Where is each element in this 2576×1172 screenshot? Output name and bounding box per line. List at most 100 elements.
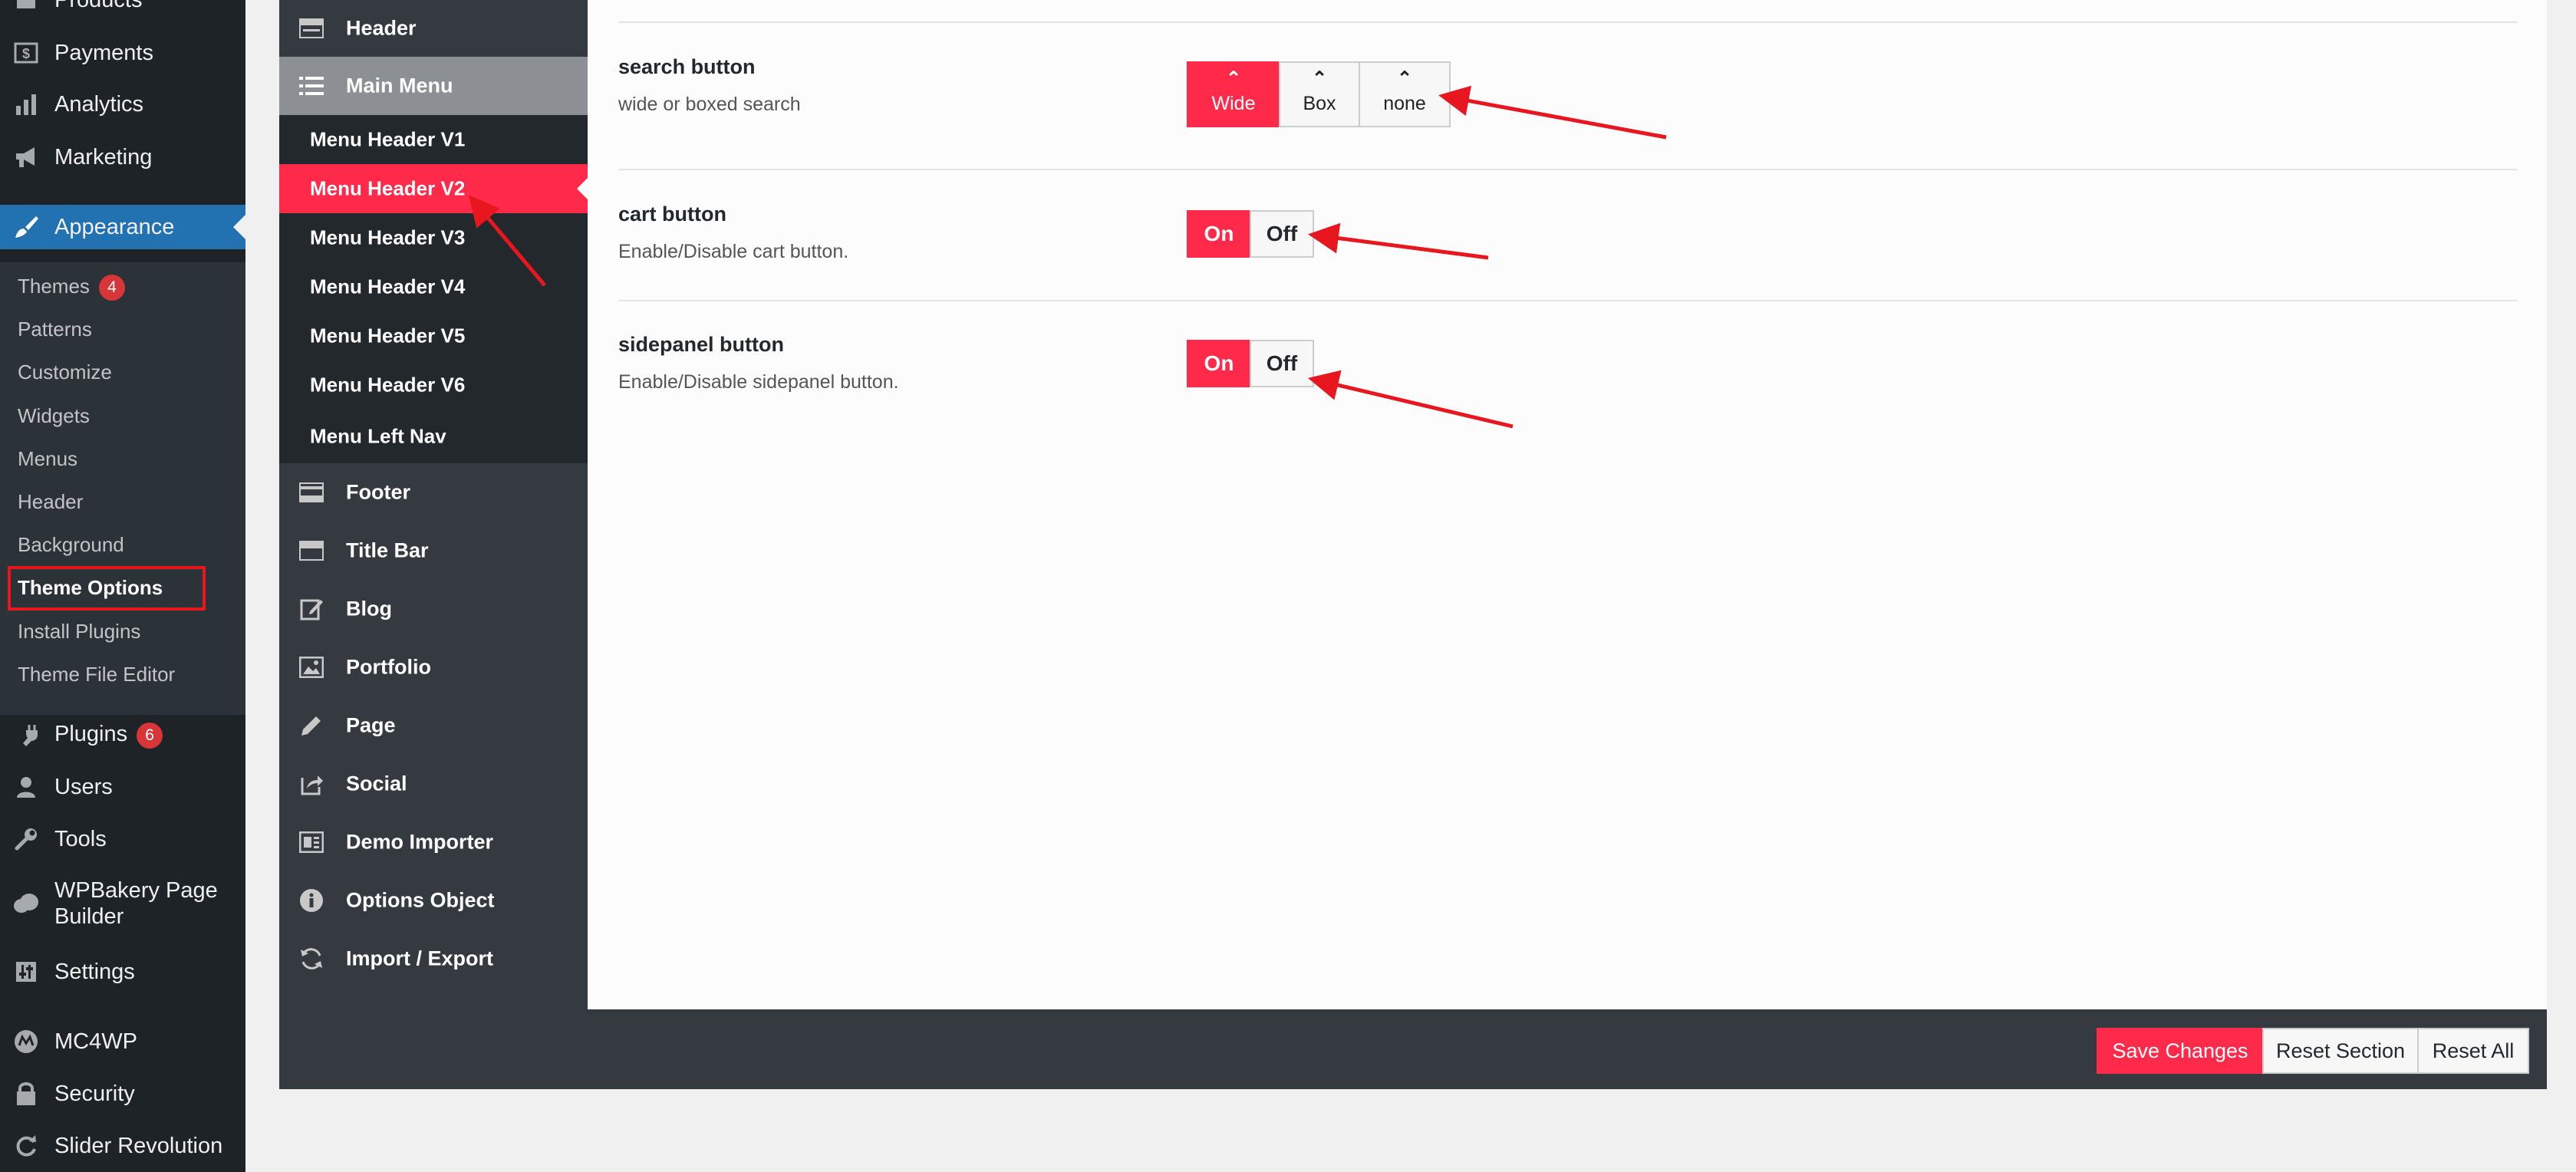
wp-menu-settings[interactable]: Settings <box>0 950 245 993</box>
reset-all-button[interactable]: Reset All <box>2417 1028 2529 1074</box>
submenu-customize[interactable]: Customize <box>18 359 112 385</box>
submenu-background[interactable]: Background <box>18 532 124 558</box>
update-count-badge: 4 <box>98 275 125 301</box>
redux-nav-import-export[interactable]: Import / Export <box>279 930 588 988</box>
wp-menu-mc4wp[interactable]: MC4WP <box>0 1020 245 1063</box>
submenu-patterns[interactable]: Patterns <box>18 316 92 342</box>
submenu-header[interactable]: Header <box>18 489 83 515</box>
cart-button-description: Enable/Disable cart button. <box>618 241 849 262</box>
redux-nav-label: Blog <box>346 597 392 621</box>
section-divider <box>618 169 2518 170</box>
redux-subnav-menu-header-v1[interactable]: Menu Header V1 <box>279 115 588 164</box>
redux-nav-footer[interactable]: Footer <box>279 463 588 522</box>
redux-nav-page[interactable]: Page <box>279 696 588 755</box>
redux-nav-options-object[interactable]: Options Object <box>279 871 588 930</box>
redux-nav-label: Portfolio <box>346 655 431 679</box>
wp-menu-label: WPBakery Page Builder <box>54 878 218 929</box>
redux-nav-portfolio[interactable]: Portfolio <box>279 638 588 696</box>
redux-nav-label: Demo Importer <box>346 830 494 854</box>
redux-nav-label: Title Bar <box>346 538 429 562</box>
wp-menu-analytics[interactable]: Analytics <box>0 83 245 126</box>
annotation-highlight-box <box>8 566 206 611</box>
wp-menu-label: Plugins 6 <box>54 721 163 749</box>
save-changes-button[interactable]: Save Changes <box>2097 1028 2264 1074</box>
redux-nav-title-bar[interactable]: Title Bar <box>279 522 588 580</box>
submenu-themes[interactable]: Themes 4 <box>18 273 125 301</box>
redux-subnav-menu-header-v2[interactable]: Menu Header V2 <box>279 164 588 213</box>
wp-menu-users[interactable]: Users <box>0 765 245 808</box>
redux-subnav-label: Menu Header V3 <box>310 226 466 249</box>
wrench-icon <box>11 824 41 854</box>
search-style-wide-option[interactable]: ⌃ Wide <box>1187 61 1280 127</box>
mc4wp-icon <box>11 1026 41 1057</box>
titlebar-layout-icon <box>296 535 327 566</box>
submenu-label: Themes <box>18 275 90 298</box>
wp-menu-products[interactable]: Products <box>0 0 245 21</box>
footer-layout-icon <box>296 477 327 508</box>
wp-menu-label: Security <box>54 1081 135 1106</box>
refresh-icon <box>296 943 327 974</box>
redux-nav-label: Main Menu <box>346 74 453 97</box>
redux-nav-blog[interactable]: Blog <box>279 580 588 638</box>
redux-subnav-label: Menu Header V1 <box>310 127 466 151</box>
wp-menu-label: Tools <box>54 827 107 851</box>
wp-menu-appearance[interactable]: Appearance <box>0 205 245 249</box>
wp-menu-plugins[interactable]: Plugins 6 <box>0 713 245 756</box>
search-style-box-option[interactable]: ⌃ Box <box>1279 61 1360 127</box>
cart-button-on-toggle[interactable]: On <box>1187 210 1251 258</box>
redux-subnav-menu-header-v5[interactable]: Menu Header V5 <box>279 311 588 360</box>
redux-subnav-menu-header-v6[interactable]: Menu Header V6 <box>279 360 588 410</box>
wp-menu-label: Analytics <box>54 92 144 117</box>
search-button-description: wide or boxed search <box>618 94 801 115</box>
analytics-icon <box>11 89 41 120</box>
list-icon <box>296 71 327 101</box>
plug-icon <box>11 719 41 750</box>
options-content-area <box>588 0 2547 1009</box>
section-divider <box>618 300 2518 301</box>
redux-subnav-label: Menu Header V4 <box>310 275 466 298</box>
reset-section-button[interactable]: Reset Section <box>2262 1028 2419 1074</box>
redux-nav-social[interactable]: Social <box>279 755 588 813</box>
redux-nav-header[interactable]: Header <box>279 0 588 57</box>
submenu-menus[interactable]: Menus <box>18 446 77 472</box>
wp-menu-wpbakery[interactable]: WPBakery Page Builder <box>0 874 245 936</box>
redux-subnav-label: Menu Header V5 <box>310 324 466 347</box>
wp-menu-label: Settings <box>54 960 135 984</box>
redux-subnav-label: Menu Header V2 <box>310 176 466 200</box>
wp-menu-label: Appearance <box>54 215 175 239</box>
submenu-install-plugins[interactable]: Install Plugins <box>18 618 140 644</box>
sidepanel-button-on-toggle[interactable]: On <box>1187 340 1251 387</box>
cart-button-off-toggle[interactable]: Off <box>1250 210 1314 258</box>
redux-nav-demo-importer[interactable]: Demo Importer <box>279 813 588 871</box>
paintbrush-icon <box>11 212 41 242</box>
wp-menu-label: Products <box>54 0 143 12</box>
redux-nav-label: Header <box>346 16 417 40</box>
wp-menu-label: Payments <box>54 41 153 65</box>
redux-nav-label: Social <box>346 772 407 795</box>
demo-importer-icon <box>296 827 327 858</box>
submenu-widgets[interactable]: Widgets <box>18 403 90 429</box>
redux-nav-main-menu[interactable]: Main Menu <box>279 57 588 115</box>
svg-text:$: $ <box>22 46 30 61</box>
lock-icon <box>11 1078 41 1109</box>
caret-up-icon: ⌃ <box>1396 68 1413 89</box>
search-style-none-option[interactable]: ⌃ none <box>1359 61 1451 127</box>
wp-menu-marketing[interactable]: Marketing <box>0 136 245 179</box>
pencil-icon <box>296 710 327 741</box>
submenu-theme-file-editor[interactable]: Theme File Editor <box>18 661 175 687</box>
redux-subnav-menu-header-v3[interactable]: Menu Header V3 <box>279 213 588 262</box>
wp-menu-tools[interactable]: Tools <box>0 818 245 861</box>
sidepanel-button-off-toggle[interactable]: Off <box>1250 340 1314 387</box>
update-count-badge: 6 <box>137 722 163 749</box>
caret-up-icon: ⌃ <box>1225 68 1242 89</box>
wp-menu-slider-revolution[interactable]: Slider Revolution <box>0 1124 245 1167</box>
cloud-icon <box>11 888 41 919</box>
redux-subnav-menu-left-nav[interactable]: Menu Left Nav <box>279 410 588 463</box>
redux-subnav-menu-header-v4[interactable]: Menu Header V4 <box>279 262 588 311</box>
redux-nav-label: Footer <box>346 480 410 504</box>
wp-menu-security[interactable]: Security <box>0 1072 245 1115</box>
sidepanel-button-title: sidepanel button <box>618 333 784 356</box>
wp-menu-payments[interactable]: $ Payments <box>0 31 245 74</box>
megaphone-icon <box>11 142 41 173</box>
section-divider <box>618 21 2518 23</box>
